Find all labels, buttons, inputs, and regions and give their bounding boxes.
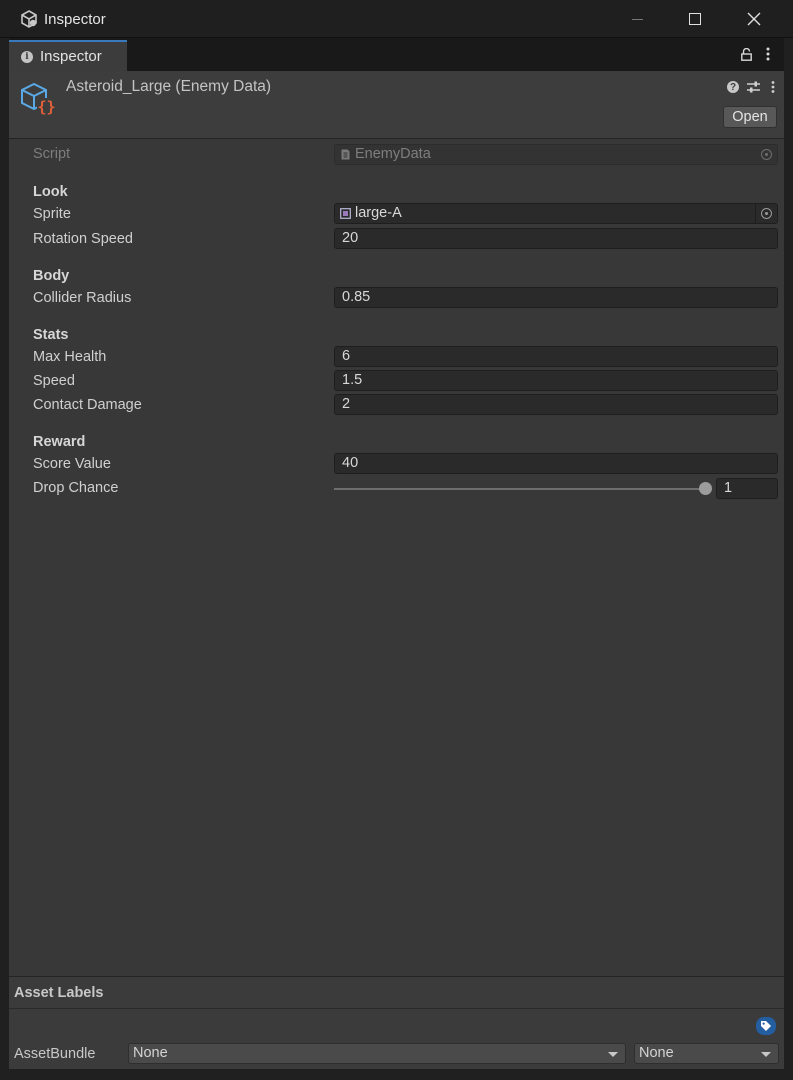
minimize-button[interactable] [608, 0, 666, 38]
svg-text:{}: {} [37, 98, 55, 116]
maximize-icon [689, 13, 701, 25]
tab-label: Inspector [40, 48, 102, 65]
script-field[interactable]: EnemyData [334, 144, 778, 165]
asset-labels-header[interactable]: Asset Labels [9, 976, 784, 1009]
asset-title: Asteroid_Large (Enemy Data) [66, 78, 272, 95]
asset-labels-tag-button[interactable] [756, 1017, 776, 1035]
tab-inspector[interactable]: i Inspector [9, 40, 127, 71]
speed-label: Speed [33, 373, 75, 389]
collider-radius-label: Collider Radius [33, 290, 132, 306]
drop-chance-label: Drop Chance [33, 480, 119, 496]
component-menu-icon[interactable] [770, 80, 776, 94]
asset-labels-area: AssetBundle None None [9, 1009, 784, 1069]
rotation-speed-label: Rotation Speed [33, 231, 133, 247]
object-picker-icon [761, 208, 772, 219]
rotation-speed-field[interactable]: 20 [334, 228, 778, 249]
assetbundle-name-value: None [133, 1045, 168, 1061]
window-title: Inspector [44, 11, 106, 28]
unity-app-icon [21, 10, 37, 28]
contact-damage-label: Contact Damage [33, 397, 142, 413]
max-health-label: Max Health [33, 349, 107, 365]
help-icon[interactable]: ? [727, 81, 739, 93]
minimize-icon [631, 18, 643, 20]
close-button[interactable] [725, 0, 783, 38]
dropdown-arrow-icon [761, 1052, 771, 1057]
script-label: Script [33, 146, 71, 162]
dropdown-arrow-icon [608, 1052, 618, 1057]
sprite-icon [340, 208, 351, 219]
assetbundle-label: AssetBundle [14, 1046, 96, 1062]
scriptable-object-icon: {} [21, 82, 56, 116]
window-title-bar: Inspector [0, 0, 793, 38]
section-header-body: Body [33, 268, 70, 284]
score-value-label: Score Value [33, 456, 111, 472]
sprite-field[interactable]: large-A [334, 203, 778, 224]
lock-icon[interactable] [741, 48, 752, 61]
presets-icon[interactable] [747, 80, 760, 94]
script-value: EnemyData [355, 146, 431, 162]
score-value-field[interactable]: 40 [334, 453, 778, 474]
sprite-value: large-A [355, 205, 402, 221]
inspector-header: {} Asteroid_Large (Enemy Data) ? Open [9, 71, 784, 139]
asset-labels-title: Asset Labels [14, 985, 104, 1001]
drop-chance-slider-track[interactable] [334, 488, 706, 490]
assetbundle-variant-value: None [639, 1045, 674, 1061]
drop-chance-field[interactable]: 1 [716, 478, 778, 499]
object-picker-icon [760, 149, 772, 160]
sprite-label: Sprite [33, 206, 71, 222]
assetbundle-name-dropdown[interactable]: None [128, 1043, 626, 1064]
more-options-icon[interactable] [764, 46, 772, 62]
tab-strip: i Inspector [9, 38, 784, 71]
close-icon [747, 12, 761, 26]
assetbundle-variant-dropdown[interactable]: None [634, 1043, 779, 1064]
inspector-panel: {} Asteroid_Large (Enemy Data) ? Open Sc… [9, 71, 784, 1069]
section-header-look: Look [33, 184, 68, 200]
collider-radius-field[interactable]: 0.85 [334, 287, 778, 308]
sprite-picker-button[interactable] [755, 204, 777, 223]
max-health-field[interactable]: 6 [334, 346, 778, 367]
section-header-stats: Stats [33, 327, 69, 343]
speed-field[interactable]: 1.5 [334, 370, 778, 391]
section-header-reward: Reward [33, 434, 86, 450]
open-button[interactable]: Open [723, 106, 777, 128]
info-icon: i [21, 50, 33, 63]
drop-chance-slider-thumb[interactable] [698, 482, 712, 495]
maximize-button[interactable] [666, 0, 724, 38]
script-file-icon [341, 149, 350, 160]
contact-damage-field[interactable]: 2 [334, 394, 778, 415]
script-picker-button[interactable] [755, 145, 777, 164]
tag-icon [761, 1021, 771, 1031]
